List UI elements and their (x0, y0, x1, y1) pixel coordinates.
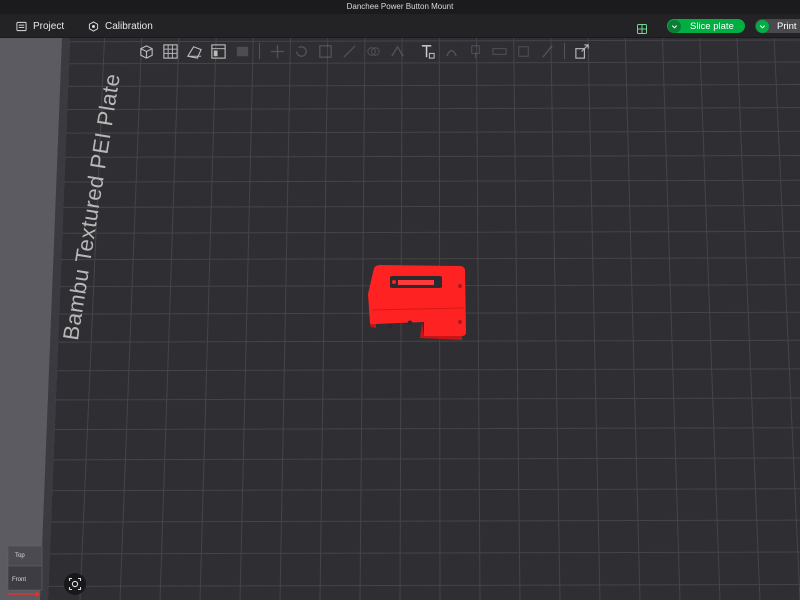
grid-line (513, 38, 521, 600)
slash-icon[interactable] (537, 41, 557, 61)
plate-view-icon[interactable] (637, 21, 647, 34)
grid-line (587, 38, 601, 600)
print-label: Print (777, 20, 797, 32)
add-cube-icon[interactable] (136, 41, 156, 61)
menubar: Project Calibration Slice plate Print (0, 14, 800, 38)
project-tab[interactable]: Project (16, 14, 64, 38)
project-label: Project (33, 20, 65, 32)
toolbar-divider (564, 43, 565, 59)
viewport-toolbar (136, 40, 592, 62)
slice-plate-button[interactable]: Slice plate (667, 19, 745, 33)
seam-icon[interactable] (441, 41, 461, 61)
move-icon[interactable] (267, 41, 287, 61)
grid-line (0, 61, 800, 65)
grid-line (736, 38, 761, 600)
slice-plate-label: Slice plate (690, 20, 734, 32)
fit-view-button[interactable] (64, 573, 86, 595)
plate-edge (0, 38, 70, 600)
grid-line (0, 257, 800, 261)
calibration-label: Calibration (105, 20, 153, 32)
3d-viewport[interactable]: Bambu Textured PEI Plate Top Front (0, 38, 800, 600)
grid-line (0, 427, 800, 431)
grid-line (199, 38, 217, 600)
color-paint-icon[interactable] (465, 41, 485, 61)
project-icon (16, 21, 27, 31)
grid-line (359, 38, 366, 600)
grid-line (773, 38, 800, 600)
navcube-front-face[interactable]: Front (12, 577, 26, 583)
grid-line (0, 155, 800, 158)
scale-icon[interactable] (315, 41, 335, 61)
grid-line (550, 38, 561, 600)
grid-line (0, 179, 800, 183)
toolbar-divider (259, 43, 260, 59)
grid-line (624, 38, 641, 600)
support-paint-icon[interactable] (387, 41, 407, 61)
grid-line (0, 457, 800, 461)
grid-line (239, 38, 254, 600)
grid-line (662, 38, 681, 600)
print-dropdown-chevron-icon[interactable] (756, 19, 769, 33)
grid-line (119, 38, 143, 600)
calibration-icon (88, 20, 99, 32)
calibration-tab[interactable]: Calibration (88, 14, 153, 38)
print-button[interactable]: Print (755, 19, 800, 33)
grid-line (476, 38, 481, 600)
grid-line (0, 397, 800, 401)
mesh-boolean-icon[interactable] (363, 41, 383, 61)
navcube-top-face[interactable]: Top (15, 553, 25, 559)
grid-line (279, 38, 291, 600)
plate-list-icon[interactable] (208, 41, 228, 61)
assemble-icon[interactable] (572, 41, 592, 61)
emboss-icon[interactable] (513, 41, 533, 61)
window-title: Danchee Power Button Mount (0, 0, 800, 14)
measure-icon[interactable] (489, 41, 509, 61)
power-button-mount-model[interactable] (368, 264, 468, 346)
grid-line (699, 38, 721, 600)
cut-icon[interactable] (339, 41, 359, 61)
grid-line (0, 205, 800, 209)
rotate-icon[interactable] (291, 41, 311, 61)
layers-icon[interactable] (232, 41, 252, 61)
grid-line (0, 368, 800, 372)
text-tool-icon[interactable] (417, 41, 437, 61)
fit-view-icon (68, 577, 82, 591)
orient-icon[interactable] (184, 41, 204, 61)
navigation-cube[interactable]: Top Front (4, 544, 44, 598)
slice-dropdown-chevron-icon[interactable] (668, 19, 681, 33)
arrange-grid-icon[interactable] (160, 41, 180, 61)
grid-line (0, 230, 800, 234)
grid-line (159, 38, 180, 600)
grid-line (0, 130, 800, 134)
grid-line (319, 38, 329, 600)
